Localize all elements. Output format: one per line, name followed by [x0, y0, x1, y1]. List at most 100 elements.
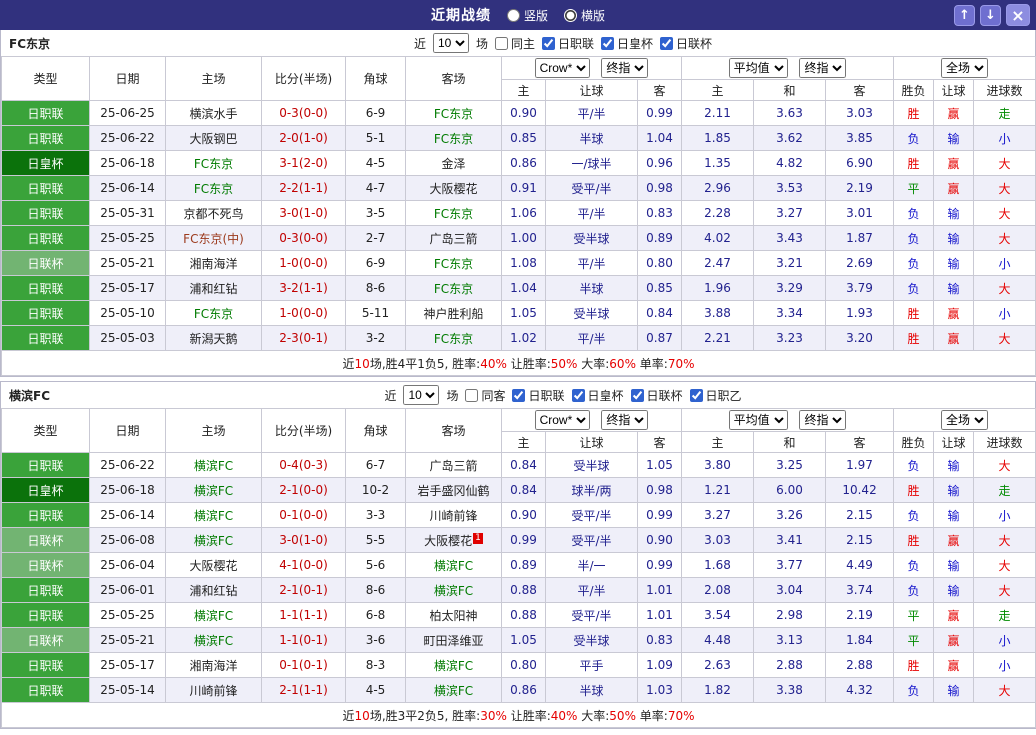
league-filter-checkbox[interactable] — [630, 388, 644, 402]
col-away: 客场 — [405, 408, 502, 453]
fulltime-select[interactable]: 全场 — [941, 410, 989, 430]
league-filter-checkbox[interactable] — [542, 36, 555, 50]
same-venue-filter[interactable]: 同客 — [465, 387, 505, 404]
date-cell: 25-05-17 — [89, 275, 166, 301]
match-row: 日联杯 25-06-08 横滨FC 3-0(1-0) 5-5 大阪樱花 1 0.99 受平/半 0… — [1, 527, 1036, 553]
corner-cell: 6-7 — [345, 452, 406, 478]
avg-draw-odds-cell: 3.27 — [753, 200, 827, 226]
odds-final-select[interactable]: 终指 — [601, 410, 649, 430]
result-winlose-cell: 负 — [893, 250, 935, 276]
col-score: 比分(半场) — [261, 408, 346, 453]
handicap-odds-group: Crow* 终指 — [500, 56, 683, 80]
avg-draw-odds-cell: 3.43 — [753, 225, 827, 251]
date-cell: 25-06-14 — [89, 175, 166, 201]
close-button[interactable]: × — [1006, 4, 1030, 26]
sub-col-handicap: 让球 — [545, 431, 638, 453]
league-filter[interactable]: 日联杯 — [630, 387, 683, 404]
corner-cell: 4-5 — [345, 677, 406, 703]
away-team-cell: FC东京 — [405, 325, 502, 351]
away-team-cell: 岩手盛冈仙鹤 — [405, 477, 502, 503]
date-cell: 25-06-22 — [89, 125, 166, 151]
league-filter-group: 日职联 日皇杯 日联杯 日职乙 — [512, 387, 742, 404]
result-handicap-cell: 输 — [933, 200, 975, 226]
result-winlose-cell: 胜 — [893, 100, 935, 126]
league-filter[interactable]: 日职联 — [512, 387, 565, 404]
same-venue-checkbox[interactable] — [494, 36, 508, 50]
odds-final-select[interactable]: 终指 — [601, 58, 649, 78]
handicap-line-cell: 平/半 — [545, 577, 638, 603]
sub-col-home-avg: 主 — [681, 431, 755, 453]
match-row: 日职联 25-05-25 横滨FC 1-1(1-1) 6-8 柏太阳神 0.88 受平/半 1.… — [1, 602, 1036, 628]
score-cell: 1-0(0-0) — [261, 250, 346, 276]
league-filter-label: 日皇杯 — [587, 388, 624, 403]
league-type-cell: 日职联 — [1, 452, 90, 478]
handicap-home-odds-cell: 0.90 — [501, 502, 546, 528]
summary-text-segment: 30% — [480, 708, 507, 723]
average-odds-select[interactable]: 平均值 — [728, 58, 788, 78]
home-team-cell: FC东京 — [165, 300, 262, 326]
col-corner: 角球 — [345, 56, 406, 101]
horizontal-radio-input[interactable] — [564, 8, 577, 22]
recent-count-select[interactable]: 10 — [403, 385, 440, 405]
match-row: 日职联 25-05-14 川崎前锋 2-1(1-1) 4-5 横滨FC 0.86 半球 1.03… — [1, 677, 1036, 703]
layout-radio-vertical[interactable]: 竖版 — [506, 7, 548, 24]
result-handicap-cell: 赢 — [933, 527, 975, 553]
move-down-button[interactable]: ↓ — [980, 4, 1001, 26]
league-filter-checkbox[interactable] — [571, 388, 585, 402]
league-filter[interactable]: 日皇杯 — [571, 387, 624, 404]
odds-company-select[interactable]: Crow* — [534, 58, 590, 78]
europe-final-select[interactable]: 终指 — [799, 58, 847, 78]
match-row: 日职联 25-06-14 FC东京 2-2(1-1) 4-7 大阪樱花 0.91 受平/半 0.… — [1, 175, 1036, 201]
move-up-button[interactable]: ↑ — [954, 4, 975, 26]
team-name: FC东京 — [9, 36, 51, 51]
same-venue-checkbox[interactable] — [465, 388, 479, 402]
score-cell: 1-0(0-0) — [261, 300, 346, 326]
handicap-home-odds-cell: 0.84 — [501, 477, 546, 503]
handicap-home-odds-cell: 1.08 — [501, 250, 546, 276]
result-goals-cell: 小 — [973, 250, 1036, 276]
league-filter-checkbox[interactable] — [660, 36, 674, 50]
avg-away-odds-cell: 4.49 — [825, 552, 895, 578]
handicap-home-odds-cell: 1.05 — [501, 300, 546, 326]
handicap-line-cell: 半/一 — [545, 552, 638, 578]
score-cell: 2-3(0-1) — [261, 325, 346, 351]
result-winlose-cell: 平 — [893, 602, 935, 628]
date-cell: 25-06-18 — [89, 150, 166, 176]
league-filter[interactable]: 日皇杯 — [601, 35, 653, 52]
corner-cell: 3-6 — [345, 627, 406, 653]
result-handicap-cell: 赢 — [933, 652, 975, 678]
result-winlose-cell: 负 — [893, 225, 935, 251]
handicap-line-cell: 半球 — [545, 275, 638, 301]
league-filter-checkbox[interactable] — [689, 388, 703, 402]
league-filter-checkbox[interactable] — [601, 36, 615, 50]
handicap-away-odds-cell: 0.89 — [636, 225, 683, 251]
recent-count-select[interactable]: 10 — [432, 33, 469, 53]
avg-away-odds-cell: 2.19 — [825, 175, 895, 201]
handicap-away-odds-cell: 0.99 — [636, 100, 683, 126]
league-filter[interactable]: 日职乙 — [689, 387, 742, 404]
league-filter[interactable]: 日职联 — [542, 35, 594, 52]
recent-label: 近 — [384, 388, 397, 403]
match-row: 日职联 25-05-31 京都不死鸟 3-0(1-0) 3-5 FC东京 1.06 平/半 0.… — [1, 200, 1036, 226]
handicap-away-odds-cell: 0.80 — [636, 250, 683, 276]
col-score: 比分(半场) — [261, 56, 346, 101]
average-odds-select[interactable]: 平均值 — [728, 410, 788, 430]
europe-final-select[interactable]: 终指 — [799, 410, 847, 430]
home-team-cell: 横滨FC — [165, 477, 262, 503]
score-cell: 2-1(1-1) — [261, 677, 346, 703]
vertical-radio-input[interactable] — [506, 8, 520, 22]
layout-radio-horizontal[interactable]: 横版 — [564, 7, 605, 24]
avg-draw-odds-cell: 6.00 — [753, 477, 827, 503]
result-goals-cell: 大 — [973, 225, 1036, 251]
handicap-away-odds-cell: 1.04 — [636, 125, 683, 151]
league-filter-checkbox[interactable] — [512, 388, 526, 402]
avg-draw-odds-cell: 3.25 — [753, 452, 827, 478]
corner-cell: 5-5 — [345, 527, 406, 553]
same-venue-filter[interactable]: 同主 — [494, 35, 535, 52]
fulltime-select[interactable]: 全场 — [941, 58, 989, 78]
handicap-line-cell: 受平/半 — [545, 502, 638, 528]
league-filter[interactable]: 日联杯 — [660, 35, 712, 52]
avg-away-odds-cell: 2.15 — [825, 502, 895, 528]
avg-draw-odds-cell: 3.62 — [753, 125, 827, 151]
odds-company-select[interactable]: Crow* — [534, 410, 590, 430]
